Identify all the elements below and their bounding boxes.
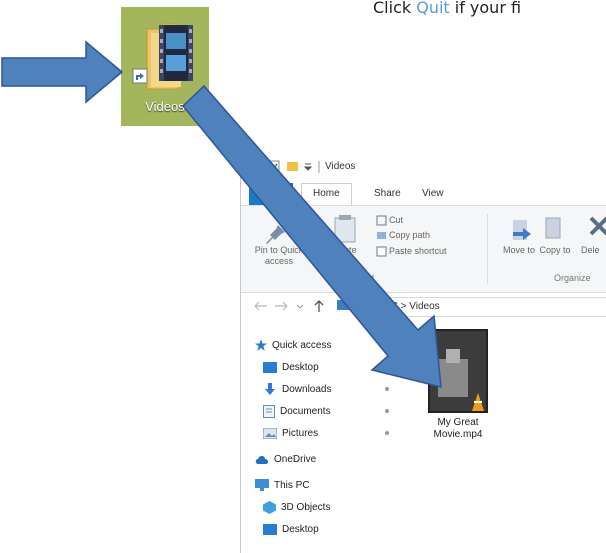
left-arrow-to-shortcut: [1, 40, 124, 104]
guide-arrows: [1, 40, 442, 388]
diagonal-arrow-to-file: [181, 84, 442, 388]
